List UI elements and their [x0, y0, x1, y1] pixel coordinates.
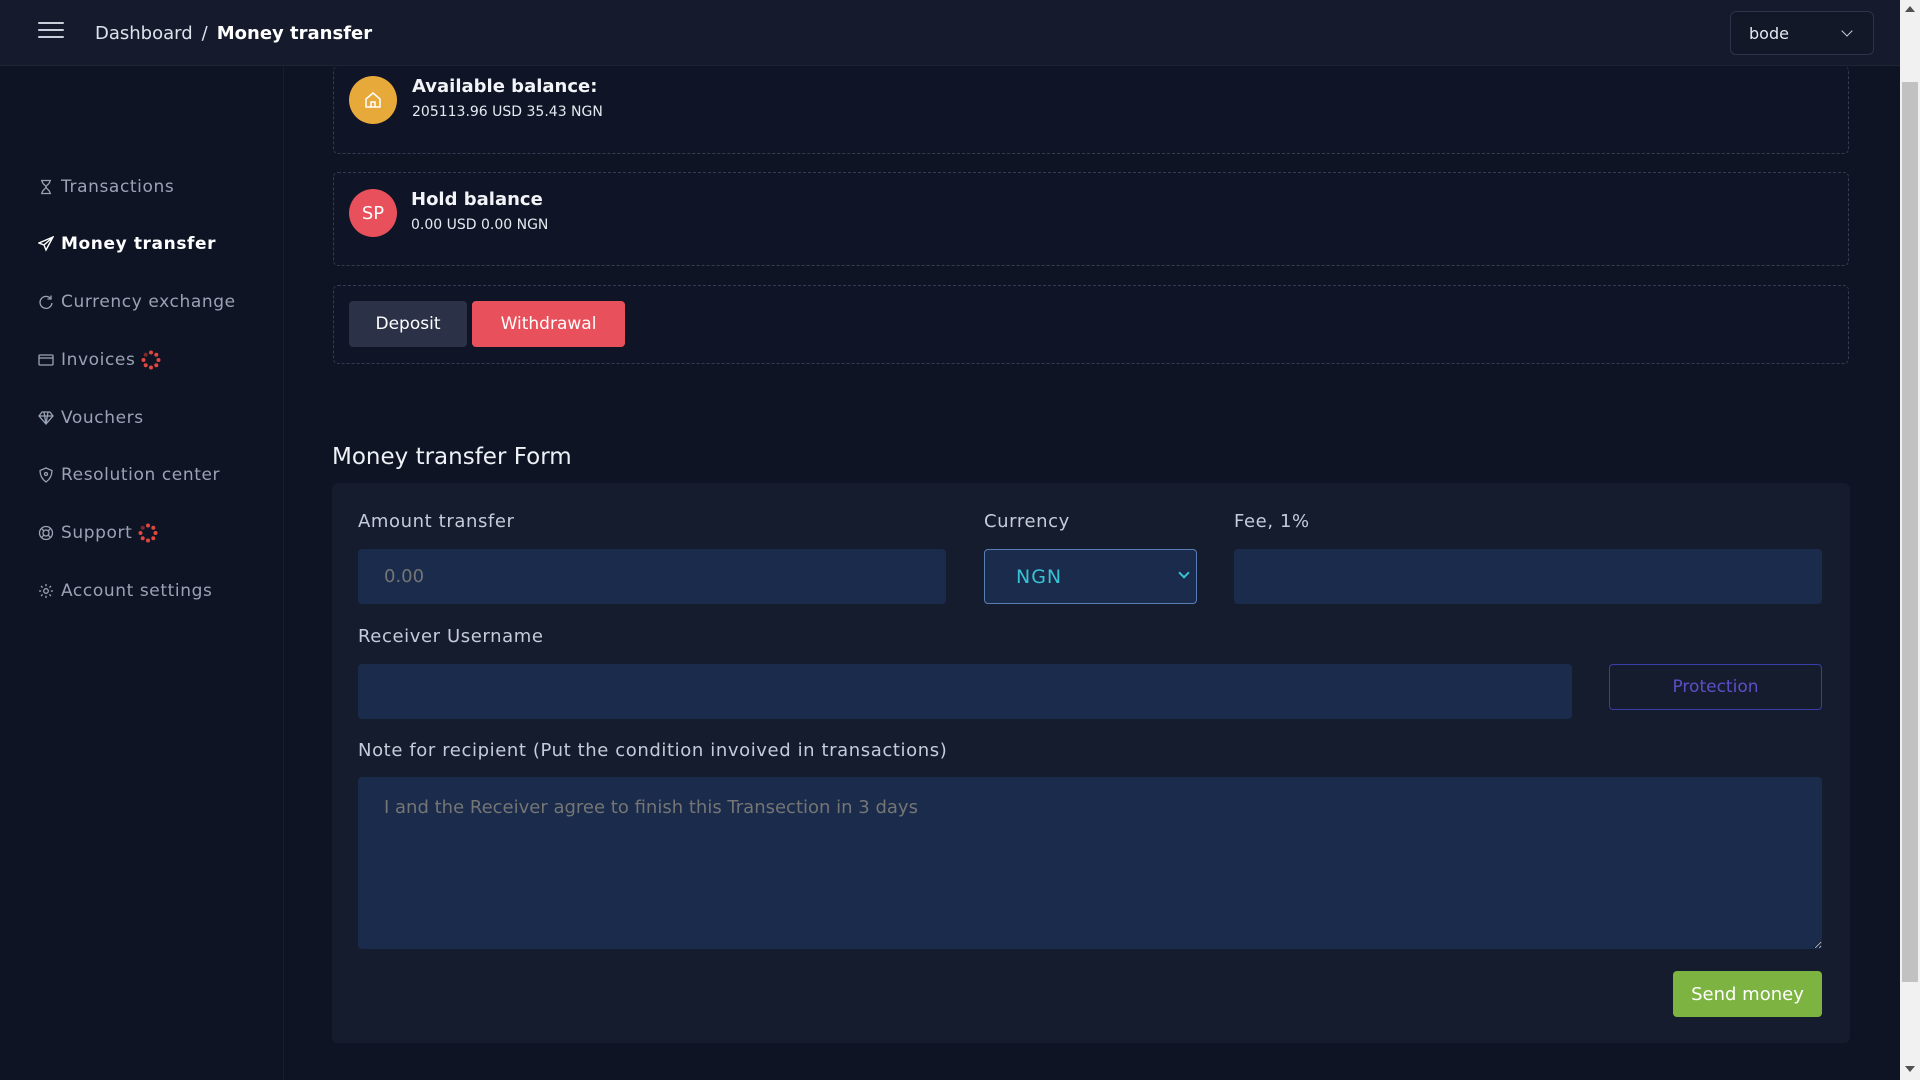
breadcrumb-current: Money transfer: [216, 22, 373, 44]
diamond-icon: [38, 410, 54, 426]
amount-input[interactable]: [358, 549, 946, 604]
receiver-username-input[interactable]: [358, 664, 1572, 719]
sidebar-item-resolution-center[interactable]: Resolution center: [38, 462, 220, 488]
sidebar-item-transactions[interactable]: Transactions: [38, 174, 174, 200]
actions-card: Deposit Withdrawal: [333, 285, 1849, 364]
sidebar-item-invoices[interactable]: Invoices: [38, 347, 161, 373]
sidebar-item-label: Account settings: [61, 581, 213, 601]
sidebar-item-label: Invoices: [61, 350, 136, 370]
sidebar-item-support[interactable]: Support: [38, 520, 158, 546]
fee-label: Fee, 1%: [1234, 511, 1310, 532]
protection-button[interactable]: Protection: [1609, 664, 1822, 710]
breadcrumb-separator: /: [201, 22, 208, 44]
sidebar-item-label: Transactions: [61, 177, 175, 197]
available-balance-card: Available balance: 205113.96 USD 35.43 N…: [333, 66, 1849, 154]
currency-label: Currency: [984, 511, 1070, 532]
credit-card-icon: [38, 352, 54, 368]
user-select-value: bode: [1749, 23, 1789, 43]
shield-icon: [38, 467, 54, 483]
hold-balance-value: 0.00 USD 0.00 NGN: [411, 217, 549, 233]
money-transfer-form: Amount transfer Currency NGN Fee, 1% Rec…: [332, 483, 1850, 1043]
currency-select-value: NGN: [1016, 565, 1063, 588]
send-money-button[interactable]: Send money: [1673, 971, 1822, 1017]
currency-select[interactable]: NGN: [984, 549, 1197, 604]
hold-balance-card: SP Hold balance 0.00 USD 0.00 NGN: [333, 172, 1849, 266]
sidebar: Transactions Money transfer Currency exc…: [0, 66, 284, 1080]
available-balance-value: 205113.96 USD 35.43 NGN: [412, 104, 603, 120]
scroll-down-icon[interactable]: [1905, 1066, 1915, 1072]
amount-label: Amount transfer: [358, 511, 515, 532]
note-label: Note for recipient (Put the condition in…: [358, 740, 948, 761]
home-icon: [349, 76, 397, 124]
top-bar: Dashboard / Money transfer bode: [0, 0, 1900, 66]
lifebuoy-icon: [38, 525, 54, 541]
note-textarea[interactable]: [358, 777, 1822, 949]
sidebar-item-account-settings[interactable]: Account settings: [38, 578, 212, 604]
sidebar-item-label: Resolution center: [61, 465, 221, 485]
sidebar-item-currency-exchange[interactable]: Currency exchange: [38, 289, 236, 315]
hold-balance-title: Hold balance: [411, 189, 543, 210]
sidebar-item-money-transfer[interactable]: Money transfer: [38, 231, 216, 257]
sidebar-item-label: Money transfer: [61, 234, 217, 254]
spinner-icon: [138, 523, 158, 543]
paper-plane-icon: [38, 236, 54, 252]
scroll-up-icon[interactable]: [1905, 6, 1915, 12]
breadcrumb: Dashboard / Money transfer: [95, 0, 372, 66]
refresh-icon: [38, 294, 54, 310]
breadcrumb-dashboard[interactable]: Dashboard: [95, 23, 193, 44]
sidebar-item-label: Support: [61, 523, 133, 543]
chevron-down-icon: [1841, 25, 1853, 37]
chevron-down-icon: [1178, 567, 1190, 579]
gear-icon: [38, 583, 54, 599]
page-title: Money transfer Form: [332, 444, 572, 470]
menu-icon[interactable]: [38, 22, 64, 44]
avatar: SP: [349, 189, 397, 237]
spinner-icon: [141, 350, 161, 370]
receiver-label: Receiver Username: [358, 626, 544, 647]
available-balance-title: Available balance:: [412, 76, 598, 97]
withdrawal-button[interactable]: Withdrawal: [472, 301, 625, 347]
sidebar-item-label: Vouchers: [61, 408, 144, 428]
user-select[interactable]: bode: [1730, 11, 1874, 55]
fee-input[interactable]: [1234, 549, 1822, 604]
scrollbar-thumb[interactable]: [1902, 82, 1918, 982]
deposit-button[interactable]: Deposit: [349, 301, 467, 347]
hourglass-icon: [38, 179, 54, 195]
sidebar-item-label: Currency exchange: [61, 292, 236, 312]
sidebar-item-vouchers[interactable]: Vouchers: [38, 405, 144, 431]
